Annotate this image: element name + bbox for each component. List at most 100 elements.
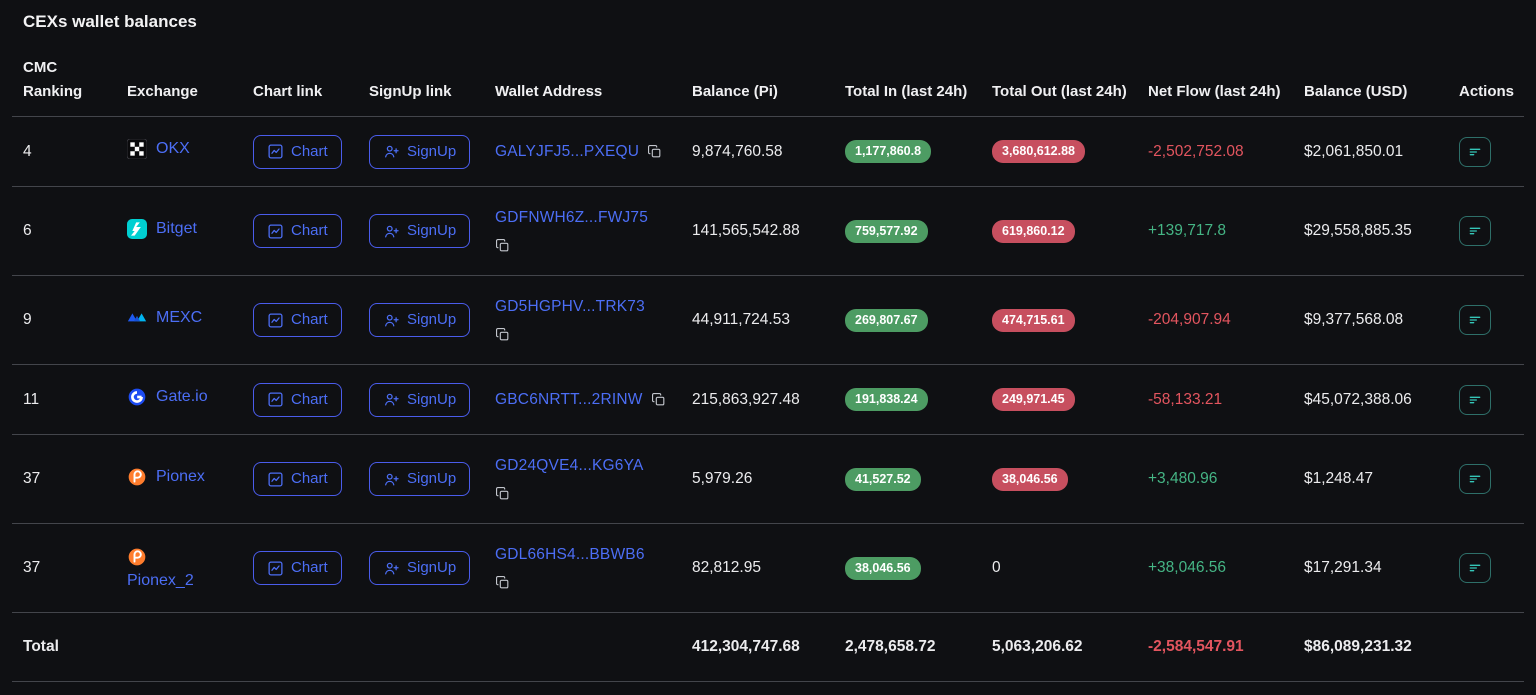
total-net-flow: -2,584,547.91 bbox=[1148, 638, 1304, 656]
actions-button[interactable] bbox=[1459, 216, 1491, 246]
chart-button[interactable]: Chart bbox=[253, 551, 342, 585]
chart-button-label: Chart bbox=[291, 222, 328, 240]
total-out-badge: 3,680,612.88 bbox=[992, 140, 1085, 163]
exchange-link[interactable]: MEXC bbox=[127, 308, 202, 328]
header-net-flow: Net Flow (last 24h) bbox=[1148, 80, 1304, 104]
chart-button[interactable]: Chart bbox=[253, 462, 342, 496]
wallet-address-cell: GD5HGPHV...TRK73 bbox=[495, 298, 692, 342]
balance-pi-cell: 44,911,724.53 bbox=[692, 311, 845, 329]
signup-button[interactable]: SignUp bbox=[369, 462, 470, 496]
copy-icon[interactable] bbox=[647, 144, 662, 159]
cmc-ranking-cell: 11 bbox=[23, 391, 127, 409]
gateio-icon bbox=[127, 387, 147, 407]
exchange-name: Gate.io bbox=[156, 388, 208, 406]
header-balance-usd: Balance (USD) bbox=[1304, 80, 1459, 104]
chart-button-label: Chart bbox=[291, 143, 328, 161]
signup-button[interactable]: SignUp bbox=[369, 551, 470, 585]
filter-lines-icon bbox=[1467, 312, 1483, 328]
exchange-link[interactable]: Pionex bbox=[127, 467, 205, 487]
filter-lines-icon bbox=[1467, 471, 1483, 487]
chart-button[interactable]: Chart bbox=[253, 135, 342, 169]
copy-icon[interactable] bbox=[495, 486, 680, 501]
actions-button[interactable] bbox=[1459, 305, 1491, 335]
net-flow-cell: +3,480.96 bbox=[1148, 470, 1304, 488]
total-out-badge: 0 bbox=[992, 559, 1001, 576]
wallet-address-link[interactable]: GBC6NRTT...2RINW bbox=[495, 391, 643, 409]
person-plus-icon bbox=[383, 143, 400, 160]
bitget-icon bbox=[127, 219, 147, 239]
chart-line-icon bbox=[267, 471, 284, 488]
header-balance-pi: Balance (Pi) bbox=[692, 80, 845, 104]
chart-button[interactable]: Chart bbox=[253, 383, 342, 417]
net-flow-cell: -2,502,752.08 bbox=[1148, 143, 1304, 161]
chart-link-cell: Chart bbox=[253, 135, 369, 169]
signup-button[interactable]: SignUp bbox=[369, 383, 470, 417]
total-in-badge: 269,807.67 bbox=[845, 309, 928, 332]
copy-icon[interactable] bbox=[651, 392, 666, 407]
mexc-icon bbox=[127, 308, 147, 328]
chart-link-cell: Chart bbox=[253, 551, 369, 585]
chart-button[interactable]: Chart bbox=[253, 303, 342, 337]
actions-button[interactable] bbox=[1459, 464, 1491, 494]
exchange-cell: Gate.io bbox=[127, 387, 253, 412]
chart-link-cell: Chart bbox=[253, 214, 369, 248]
exchange-link[interactable]: Pionex_2 bbox=[127, 547, 194, 590]
balance-usd-cell: $9,377,568.08 bbox=[1304, 311, 1459, 329]
copy-icon[interactable] bbox=[495, 238, 680, 253]
net-flow-cell: -204,907.94 bbox=[1148, 311, 1304, 329]
balance-pi-cell: 9,874,760.58 bbox=[692, 143, 845, 161]
exchange-cell: OKX bbox=[127, 139, 253, 164]
actions-button[interactable] bbox=[1459, 385, 1491, 415]
signup-button-label: SignUp bbox=[407, 559, 456, 577]
wallet-address-link[interactable]: GALYJFJ5...PXEQU bbox=[495, 143, 639, 161]
chart-line-icon bbox=[267, 312, 284, 329]
balance-usd-cell: $2,061,850.01 bbox=[1304, 143, 1459, 161]
wallet-address-link[interactable]: GD5HGPHV...TRK73 bbox=[495, 298, 645, 316]
chart-button-label: Chart bbox=[291, 311, 328, 329]
copy-icon[interactable] bbox=[495, 575, 680, 590]
wallet-address-link[interactable]: GDFNWH6Z...FWJ75 bbox=[495, 209, 648, 227]
exchange-link[interactable]: Bitget bbox=[127, 219, 197, 239]
total-out-cell: 249,971.45 bbox=[992, 388, 1148, 411]
signup-button[interactable]: SignUp bbox=[369, 214, 470, 248]
actions-cell bbox=[1459, 216, 1524, 246]
exchange-name: Pionex bbox=[156, 468, 205, 486]
signup-button[interactable]: SignUp bbox=[369, 303, 470, 337]
total-in: 2,478,658.72 bbox=[845, 638, 992, 656]
balance-pi-cell: 5,979.26 bbox=[692, 470, 845, 488]
signup-button-label: SignUp bbox=[407, 143, 456, 161]
cmc-ranking-cell: 9 bbox=[23, 311, 127, 329]
header-chart-link: Chart link bbox=[253, 80, 369, 104]
copy-icon[interactable] bbox=[495, 327, 680, 342]
chart-link-cell: Chart bbox=[253, 303, 369, 337]
chart-button-label: Chart bbox=[291, 559, 328, 577]
header-total-out: Total Out (last 24h) bbox=[992, 80, 1148, 104]
total-balance-usd: $86,089,231.32 bbox=[1304, 638, 1459, 656]
actions-cell bbox=[1459, 553, 1524, 583]
total-label: Total bbox=[23, 638, 127, 656]
cmc-ranking-cell: 6 bbox=[23, 222, 127, 240]
wallet-address-link[interactable]: GDL66HS4...BBWB6 bbox=[495, 546, 645, 564]
balance-pi-cell: 215,863,927.48 bbox=[692, 391, 845, 409]
person-plus-icon bbox=[383, 391, 400, 408]
signup-button-label: SignUp bbox=[407, 470, 456, 488]
header-total-in: Total In (last 24h) bbox=[845, 80, 992, 104]
total-in-cell: 269,807.67 bbox=[845, 309, 992, 332]
filter-lines-icon bbox=[1467, 392, 1483, 408]
chart-button[interactable]: Chart bbox=[253, 214, 342, 248]
signup-link-cell: SignUp bbox=[369, 303, 495, 337]
actions-button[interactable] bbox=[1459, 553, 1491, 583]
exchange-link[interactable]: OKX bbox=[127, 139, 190, 159]
wallet-address-link[interactable]: GD24QVE4...KG6YA bbox=[495, 457, 644, 475]
total-in-cell: 41,527.52 bbox=[845, 468, 992, 491]
actions-button[interactable] bbox=[1459, 137, 1491, 167]
signup-link-cell: SignUp bbox=[369, 214, 495, 248]
signup-button[interactable]: SignUp bbox=[369, 135, 470, 169]
balances-table: CMC Ranking Exchange Chart link SignUp l… bbox=[12, 56, 1524, 682]
wallet-address-cell: GD24QVE4...KG6YA bbox=[495, 457, 692, 501]
chart-link-cell: Chart bbox=[253, 383, 369, 417]
total-out-cell: 3,680,612.88 bbox=[992, 140, 1148, 163]
exchange-link[interactable]: Gate.io bbox=[127, 387, 208, 407]
total-out-badge: 619,860.12 bbox=[992, 220, 1075, 243]
balance-pi-cell: 82,812.95 bbox=[692, 559, 845, 577]
